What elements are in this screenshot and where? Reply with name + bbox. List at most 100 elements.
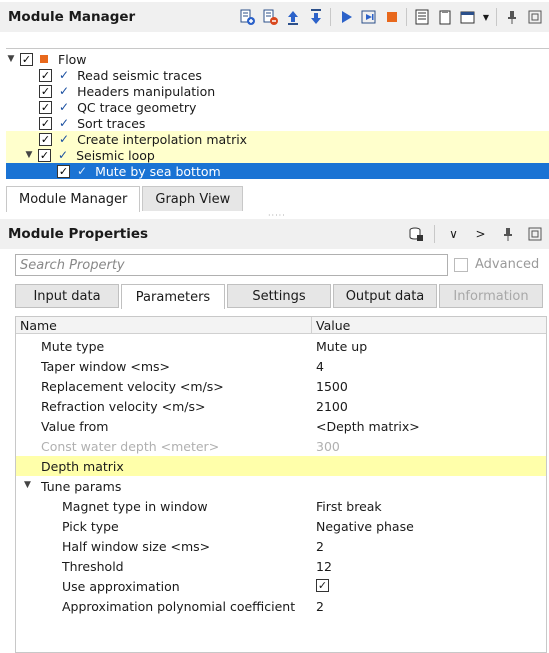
float-icon[interactable] <box>526 9 543 26</box>
tree-item-label: Mute by sea bottom <box>95 163 221 179</box>
tree-item[interactable]: ✓ ✓ Create interpolation matrix <box>6 131 549 147</box>
remove-module-icon[interactable] <box>261 9 278 26</box>
window-menu-icon[interactable] <box>459 9 476 26</box>
database-icon[interactable] <box>407 226 424 243</box>
property-row-highlighted[interactable]: Depth matrix <box>16 456 546 476</box>
property-row[interactable]: Approximation polynomial coefficient 2 <box>16 596 546 616</box>
flow-tree[interactable]: ▼ ✓ Flow ✓ ✓ Read seismic traces ✓ ✓ Hea… <box>6 48 549 179</box>
property-row[interactable]: Mute type Mute up <box>16 336 546 356</box>
advanced-toggle[interactable]: Advanced <box>454 257 539 272</box>
log-icon[interactable] <box>413 9 430 26</box>
tree-item-label: Headers manipulation <box>77 83 216 99</box>
property-name: Depth matrix <box>41 459 124 474</box>
column-divider[interactable] <box>311 317 312 334</box>
expand-arrow-icon[interactable]: ▼ <box>6 54 16 64</box>
tree-item[interactable]: ✓ ✓ Read seismic traces <box>6 67 549 83</box>
search-property-input[interactable]: Search Property <box>15 254 448 276</box>
move-up-icon[interactable] <box>284 9 301 26</box>
property-name: Approximation polynomial coefficient <box>62 599 296 614</box>
clipboard-icon[interactable] <box>436 9 453 26</box>
tree-item-label: Seismic loop <box>76 147 155 163</box>
pin-icon[interactable] <box>503 9 520 26</box>
stop-icon[interactable] <box>383 9 400 26</box>
checkbox[interactable]: ✓ <box>20 52 33 66</box>
checkbox[interactable]: ✓ <box>39 68 52 82</box>
advanced-checkbox[interactable] <box>454 257 468 272</box>
property-value[interactable]: First break <box>316 499 382 514</box>
tree-item[interactable]: ✓ ✓ Sort traces <box>6 115 549 131</box>
module-properties-toolbar: ∨ > <box>407 225 549 243</box>
column-header-name[interactable]: Name <box>20 318 57 333</box>
pin-icon[interactable] <box>499 226 516 243</box>
property-value[interactable]: Negative phase <box>316 519 414 534</box>
run-step-icon[interactable] <box>360 9 377 26</box>
tree-item-selected[interactable]: ✓ ✓ Mute by sea bottom <box>6 163 549 179</box>
property-name: Const water depth <meter> <box>41 439 220 454</box>
use-approximation-checkbox[interactable]: ✓ <box>316 579 329 592</box>
tree-item-label: Flow <box>58 51 87 67</box>
toolbar-separator <box>330 8 331 26</box>
add-module-icon[interactable] <box>238 9 255 26</box>
property-row[interactable]: Half window size <ms> 2 <box>16 536 546 556</box>
property-name: Threshold <box>62 559 124 574</box>
module-manager-title: Module Manager <box>8 9 136 25</box>
property-row[interactable]: Use approximation ✓ <box>16 576 546 596</box>
move-down-icon[interactable] <box>307 9 324 26</box>
tab-module-manager[interactable]: Module Manager <box>6 186 141 212</box>
chevron-right-icon[interactable]: > <box>472 226 489 243</box>
column-header-value[interactable]: Value <box>316 318 350 333</box>
tab-parameters[interactable]: Parameters <box>121 284 225 309</box>
advanced-label: Advanced <box>475 257 540 272</box>
checkbox[interactable]: ✓ <box>38 148 51 162</box>
property-value[interactable]: Mute up <box>316 339 367 354</box>
expand-arrow-icon[interactable]: ▼ <box>24 480 31 490</box>
tree-item-label: Read seismic traces <box>77 67 202 83</box>
property-tabs: Input data Parameters Settings Output da… <box>15 284 545 309</box>
property-value[interactable]: <Depth matrix> <box>316 419 420 434</box>
module-manager-header: Module Manager ▼ <box>0 2 549 32</box>
toolbar-separator <box>406 8 407 26</box>
property-row[interactable]: Magnet type in window First break <box>16 496 546 516</box>
run-icon[interactable] <box>337 9 354 26</box>
flow-icon <box>40 55 48 63</box>
checkbox[interactable]: ✓ <box>39 116 52 130</box>
property-value[interactable]: 1500 <box>316 379 348 394</box>
property-value[interactable]: 12 <box>316 559 332 574</box>
chevron-down-icon[interactable]: ∨ <box>445 226 462 243</box>
property-group-row[interactable]: ▼ Tune params <box>16 476 546 496</box>
property-name: Use approximation <box>62 579 180 594</box>
tree-item[interactable]: ✓ ✓ QC trace geometry <box>6 99 549 115</box>
checkbox[interactable]: ✓ <box>39 132 52 146</box>
expand-arrow-icon[interactable]: ▼ <box>24 150 34 160</box>
property-row[interactable]: Value from <Depth matrix> <box>16 416 546 436</box>
property-row[interactable]: Replacement velocity <m/s> 1500 <box>16 376 546 396</box>
checkbox[interactable]: ✓ <box>39 100 52 114</box>
checkbox[interactable]: ✓ <box>39 84 52 98</box>
chevron-down-icon[interactable]: ▼ <box>482 9 490 26</box>
property-name: Refraction velocity <m/s> <box>41 399 206 414</box>
tree-item[interactable]: ✓ ✓ Headers manipulation <box>6 83 549 99</box>
tree-root-flow[interactable]: ▼ ✓ Flow <box>6 51 549 67</box>
tab-output-data[interactable]: Output data <box>333 284 437 308</box>
splitter-handle[interactable]: ····· <box>268 212 288 220</box>
property-value[interactable]: 2 <box>316 599 324 614</box>
tab-settings[interactable]: Settings <box>227 284 331 308</box>
tree-item[interactable]: ▼ ✓ ✓ Seismic loop <box>6 147 549 163</box>
module-manager-toolbar: ▼ <box>238 8 549 26</box>
property-value[interactable]: 2100 <box>316 399 348 414</box>
tree-item-label: QC trace geometry <box>77 99 197 115</box>
tab-graph-view[interactable]: Graph View <box>142 186 244 211</box>
property-row[interactable]: Refraction velocity <m/s> 2100 <box>16 396 546 416</box>
module-properties-title: Module Properties <box>8 226 149 242</box>
property-value[interactable]: 2 <box>316 539 324 554</box>
status-ok-icon: ✓ <box>59 100 70 114</box>
tab-input-data[interactable]: Input data <box>15 284 119 308</box>
property-row[interactable]: Taper window <ms> 4 <box>16 356 546 376</box>
property-value[interactable]: 4 <box>316 359 324 374</box>
property-name: Taper window <ms> <box>41 359 170 374</box>
checkbox[interactable]: ✓ <box>57 164 70 178</box>
property-row[interactable]: Threshold 12 <box>16 556 546 576</box>
property-row[interactable]: Pick type Negative phase <box>16 516 546 536</box>
property-name: Value from <box>41 419 109 434</box>
float-icon[interactable] <box>526 226 543 243</box>
